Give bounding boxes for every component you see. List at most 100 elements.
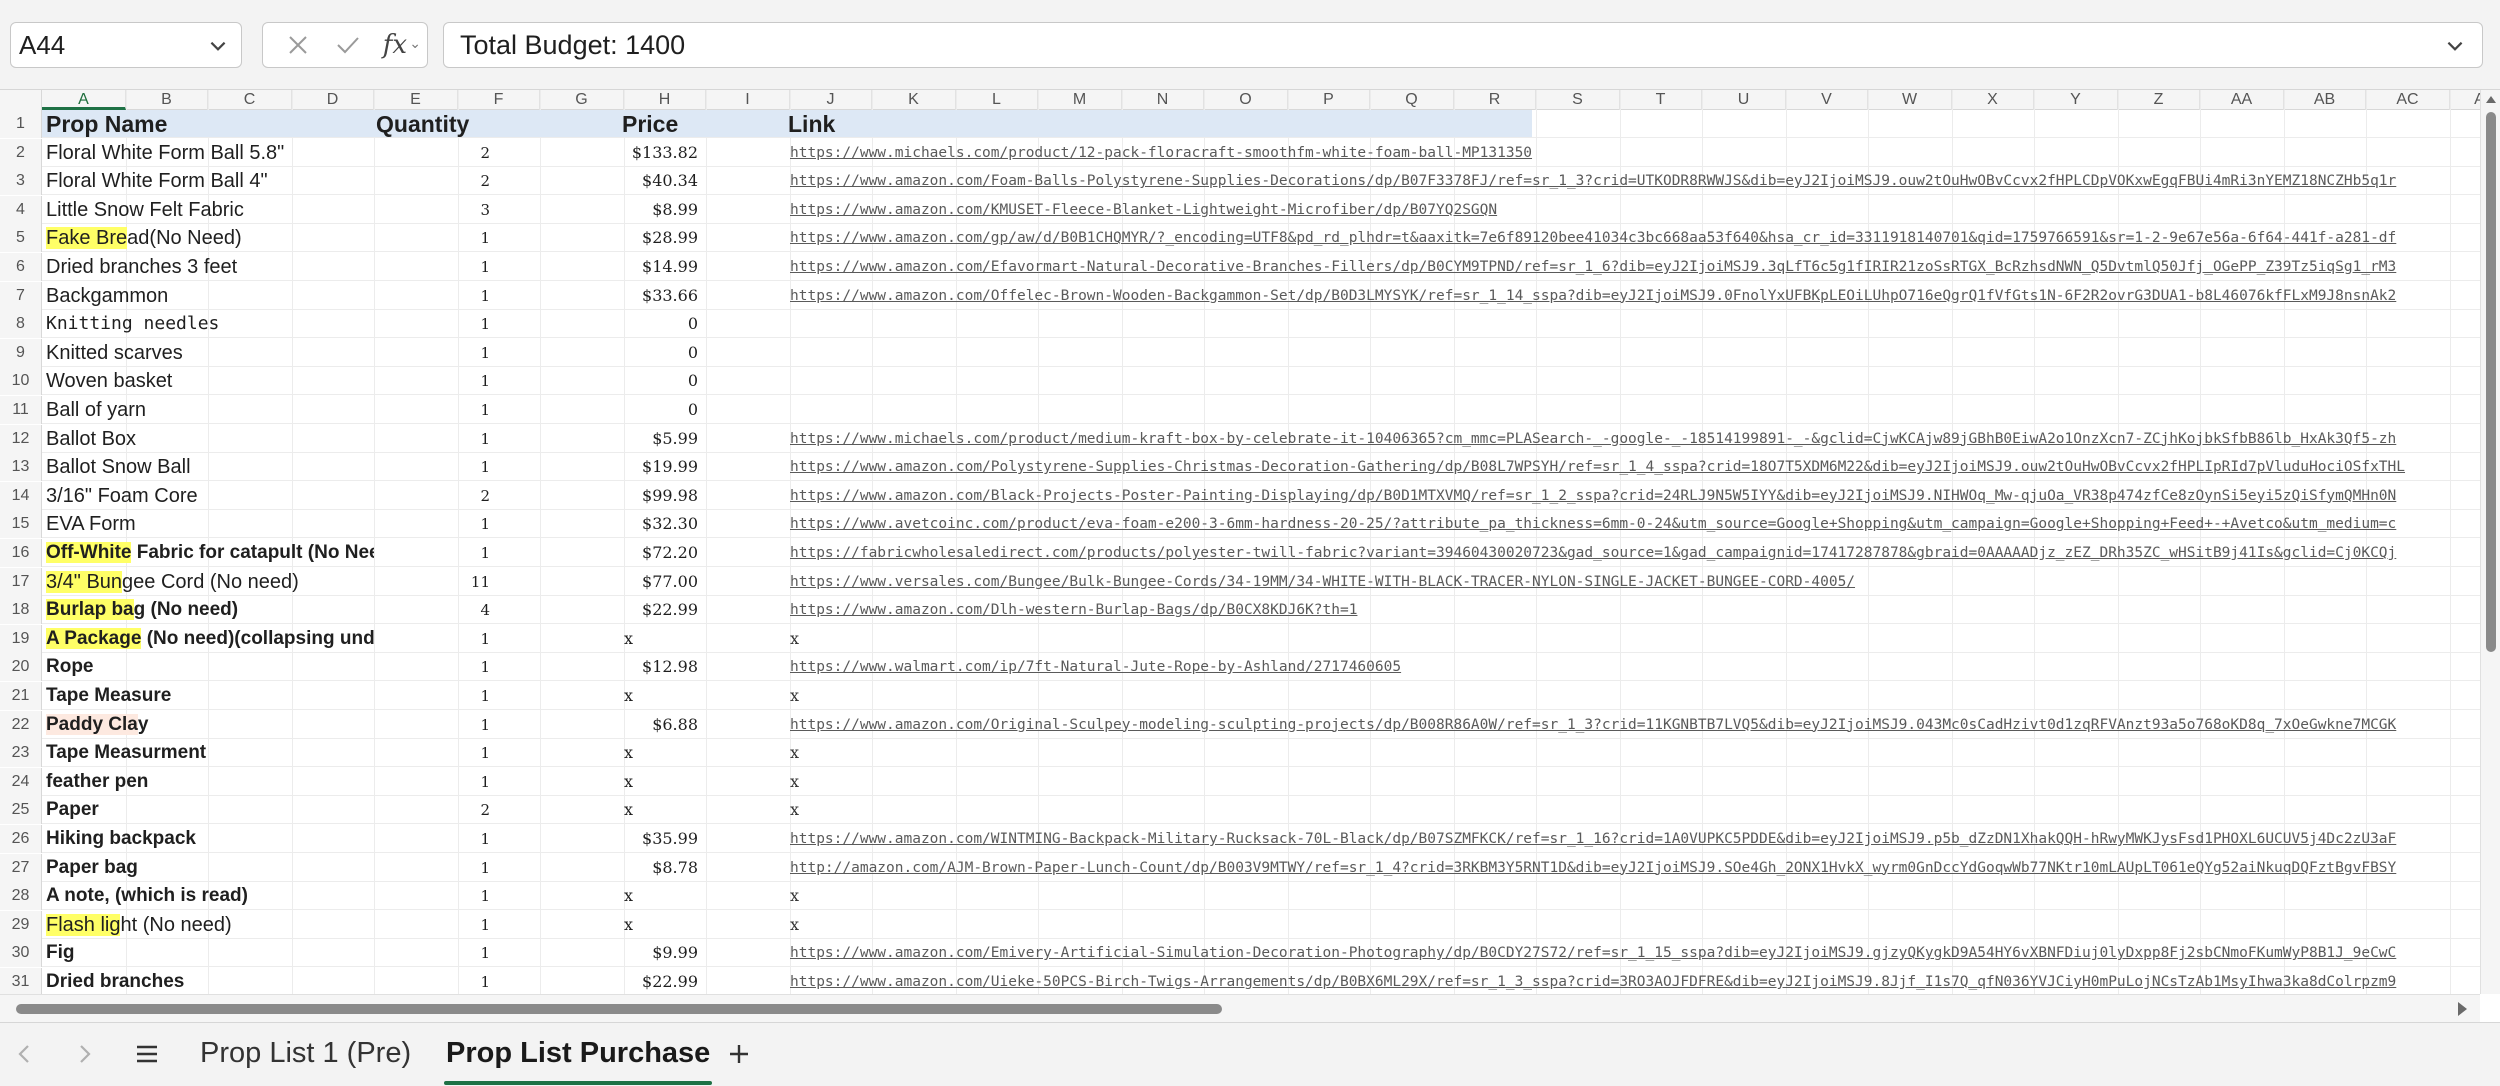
link-cell[interactable]: http://amazon.com/AJM-Brown-Paper-Lunch-…	[786, 854, 2480, 882]
link-cell[interactable]: https://www.amazon.com/Offelec-Brown-Woo…	[786, 282, 2480, 310]
column-header-a[interactable]: A	[2450, 90, 2480, 110]
prop-name-cell[interactable]: Floral White Form Ball 5.8"	[44, 139, 374, 167]
column-header-ab[interactable]: AB	[2284, 90, 2366, 110]
quantity-cell[interactable]: 1	[374, 939, 498, 967]
link-cell[interactable]: https://fabricwholesaledirect.com/produc…	[786, 539, 2480, 567]
quantity-cell[interactable]: 1	[374, 367, 498, 395]
column-header-q[interactable]: Q	[1370, 90, 1454, 110]
column-header-e[interactable]: E	[374, 90, 458, 110]
row-number[interactable]: 12	[0, 424, 42, 453]
link-cell[interactable]: https://www.amazon.com/Foam-Balls-Polyst…	[786, 167, 2480, 195]
row-number[interactable]: 28	[0, 882, 42, 911]
price-cell[interactable]: $33.66	[622, 282, 702, 310]
column-header-h[interactable]: H	[624, 90, 706, 110]
link-cell[interactable]: https://www.walmart.com/ip/7ft-Natural-J…	[786, 653, 2480, 681]
column-header-a[interactable]: A	[42, 90, 126, 110]
quantity-cell[interactable]: 1	[374, 253, 498, 281]
column-header-n[interactable]: N	[1122, 90, 1204, 110]
chevron-left-icon[interactable]	[8, 1037, 42, 1071]
column-header-b[interactable]: B	[126, 90, 208, 110]
link-cell[interactable]: x	[786, 882, 2480, 910]
column-header-u[interactable]: U	[1702, 90, 1786, 110]
expand-formula-icon[interactable]	[2444, 35, 2466, 57]
prop-name-cell[interactable]: feather pen	[44, 768, 374, 796]
row-number[interactable]: 5	[0, 224, 42, 253]
price-cell[interactable]: 0	[622, 310, 702, 338]
quantity-cell[interactable]: 1	[374, 653, 498, 681]
quantity-cell[interactable]: 1	[374, 224, 498, 252]
quantity-cell[interactable]: 1	[374, 310, 498, 338]
price-cell[interactable]: $72.20	[622, 539, 702, 567]
all-sheets-menu-icon[interactable]	[130, 1037, 164, 1071]
column-header-l[interactable]: L	[956, 90, 1038, 110]
quantity-cell[interactable]: 1	[374, 453, 498, 481]
row-number[interactable]: 29	[0, 910, 42, 939]
price-cell[interactable]: x	[622, 911, 702, 939]
column-header-m[interactable]: M	[1038, 90, 1122, 110]
link-cell[interactable]: https://www.amazon.com/Black-Projects-Po…	[786, 482, 2480, 510]
scroll-right-icon[interactable]	[2452, 999, 2472, 1019]
prop-name-cell[interactable]: A note, (which is read)	[44, 882, 374, 910]
prop-name-cell[interactable]: Hiking backpack	[44, 825, 374, 853]
prop-name-cell[interactable]: 3/4" Bungee Cord (No need)	[44, 568, 374, 596]
horizontal-scrollbar[interactable]	[0, 994, 2480, 1022]
prop-name-cell[interactable]: A Package (No need)(collapsing under	[44, 625, 374, 653]
quantity-cell[interactable]: 1	[374, 539, 498, 567]
price-cell[interactable]: 0	[622, 339, 702, 367]
scroll-up-icon[interactable]	[2483, 92, 2499, 108]
row-number[interactable]: 4	[0, 195, 42, 224]
prop-name-cell[interactable]: Floral White Form Ball 4"	[44, 167, 374, 195]
price-cell[interactable]: x	[622, 882, 702, 910]
column-header-d[interactable]: D	[292, 90, 374, 110]
row-number[interactable]: 19	[0, 624, 42, 653]
price-cell[interactable]: $99.98	[622, 482, 702, 510]
column-header-s[interactable]: S	[1536, 90, 1620, 110]
price-cell[interactable]: $19.99	[622, 453, 702, 481]
price-cell[interactable]: $5.99	[622, 425, 702, 453]
quantity-cell[interactable]: 1	[374, 339, 498, 367]
link-cell[interactable]: https://www.avetcoinc.com/product/eva-fo…	[786, 510, 2480, 538]
quantity-cell[interactable]: 1	[374, 739, 498, 767]
link-cell[interactable]: x	[786, 625, 2480, 653]
quantity-cell[interactable]: 1	[374, 396, 498, 424]
row-number[interactable]: 11	[0, 396, 42, 424]
link-cell[interactable]: x	[786, 911, 2480, 939]
header-quantity[interactable]: Quantity	[376, 110, 506, 138]
quantity-cell[interactable]: 4	[374, 596, 498, 624]
name-box[interactable]: A44	[10, 22, 242, 68]
link-cell[interactable]: https://www.versales.com/Bungee/Bulk-Bun…	[786, 568, 2480, 596]
column-header-z[interactable]: Z	[2118, 90, 2200, 110]
price-cell[interactable]: $35.99	[622, 825, 702, 853]
price-cell[interactable]: x	[622, 768, 702, 796]
quantity-cell[interactable]: 3	[374, 196, 498, 224]
column-header-f[interactable]: F	[458, 90, 540, 110]
row-number[interactable]: 7	[0, 281, 42, 310]
link-cell[interactable]: x	[786, 768, 2480, 796]
quantity-cell[interactable]: 1	[374, 911, 498, 939]
quantity-cell[interactable]: 2	[374, 482, 498, 510]
add-sheet-icon[interactable]	[722, 1037, 756, 1071]
quantity-cell[interactable]: 1	[374, 882, 498, 910]
link-cell[interactable]: https://www.amazon.com/KMUSET-Fleece-Bla…	[786, 196, 2480, 224]
row-number[interactable]: 10	[0, 367, 42, 396]
prop-name-cell[interactable]: Paper	[44, 796, 374, 824]
tab-prop-list-purchase[interactable]: Prop List Purchase	[443, 1033, 713, 1085]
header-prop-name[interactable]: Prop Name	[44, 110, 374, 138]
quantity-cell[interactable]: 11	[374, 568, 498, 596]
quantity-cell[interactable]: 1	[374, 854, 498, 882]
quantity-cell[interactable]: 1	[374, 510, 498, 538]
row-number[interactable]: 18	[0, 596, 42, 625]
prop-name-cell[interactable]: Ballot Snow Ball	[44, 453, 374, 481]
price-cell[interactable]: $6.88	[622, 711, 702, 739]
price-cell[interactable]: 0	[622, 396, 702, 424]
quantity-cell[interactable]: 1	[374, 282, 498, 310]
row-number[interactable]: 31	[0, 968, 42, 994]
row-number[interactable]: 1	[0, 110, 42, 138]
column-header-k[interactable]: K	[872, 90, 956, 110]
prop-name-cell[interactable]: Off-White Fabric for catapult (No Need	[44, 539, 374, 567]
link-cell[interactable]: https://www.amazon.com/Dlh-western-Burla…	[786, 596, 2480, 624]
price-cell[interactable]: x	[622, 682, 702, 710]
price-cell[interactable]: $12.98	[622, 653, 702, 681]
horizontal-scroll-thumb[interactable]	[16, 1004, 1222, 1014]
quantity-cell[interactable]: 2	[374, 167, 498, 195]
